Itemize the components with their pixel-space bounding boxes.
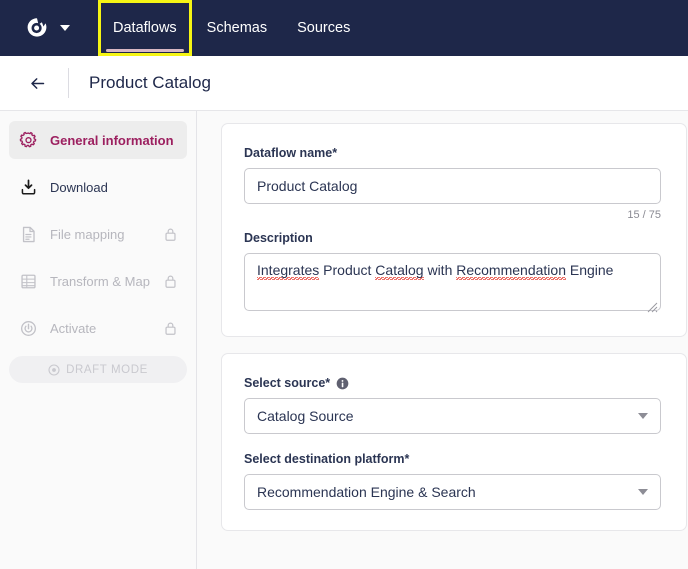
- select-source-dropdown[interactable]: Catalog Source: [244, 398, 661, 434]
- document-icon: [22, 226, 35, 242]
- select-destination-wrapper: Recommendation Engine & Search: [244, 474, 661, 510]
- description-wrapper: Integrates Product Catalog with Recommen…: [244, 253, 661, 316]
- select-destination-value: Recommendation Engine & Search: [257, 484, 476, 500]
- top-navigation-bar: Dataflows Schemas Sources: [0, 0, 688, 56]
- gear-icon: [19, 131, 37, 147]
- sidebar-item-transform-and-map[interactable]: Transform & Map: [9, 262, 187, 300]
- arrow-left-icon: [30, 77, 44, 89]
- main-content: Dataflow name* 15 / 75 Description Integ…: [197, 111, 688, 569]
- sidebar-item-label: Transform & Map: [50, 273, 150, 289]
- tab-schemas[interactable]: Schemas: [192, 0, 282, 56]
- source-destination-card: Select source* Catalog Source Select des…: [221, 353, 687, 531]
- lock-icon: [165, 228, 176, 241]
- info-icon[interactable]: [336, 377, 349, 390]
- select-source-wrapper: Catalog Source: [244, 398, 661, 434]
- tab-sources-label: Sources: [297, 20, 351, 36]
- sidebar-item-activate[interactable]: Activate: [9, 309, 187, 347]
- dataflow-name-counter: 15 / 75: [627, 209, 661, 221]
- select-source-label-text: Select source*: [244, 376, 331, 390]
- tab-sources[interactable]: Sources: [282, 0, 365, 56]
- sidebar-item-label: Download: [50, 179, 108, 195]
- header-divider: [68, 68, 69, 98]
- draft-mode-label: DRAFT MODE: [66, 363, 148, 376]
- brand-menu[interactable]: [24, 15, 70, 41]
- select-source-value: Catalog Source: [257, 408, 354, 424]
- page-title: Product Catalog: [89, 73, 211, 92]
- dataflow-name-input[interactable]: [244, 168, 661, 204]
- select-destination-dropdown[interactable]: Recommendation Engine & Search: [244, 474, 661, 510]
- sidebar-item-label: General information: [50, 132, 174, 148]
- sidebar-item-general-information[interactable]: General information: [9, 121, 187, 159]
- page-header: Product Catalog: [0, 56, 688, 111]
- sidebar-item-label: Activate: [50, 320, 97, 336]
- dataflow-name-label: Dataflow name*: [244, 146, 338, 160]
- draft-mode-badge: DRAFT MODE: [9, 356, 187, 383]
- tab-schemas-label: Schemas: [206, 20, 268, 36]
- select-source-label: Select source*: [244, 376, 661, 390]
- sidebar-item-label: File mapping: [50, 226, 125, 242]
- description-label: Description: [244, 231, 313, 245]
- select-destination-label: Select destination platform*: [244, 452, 410, 466]
- chevron-down-icon: [60, 25, 70, 31]
- lock-icon: [165, 322, 176, 335]
- table-icon: [21, 274, 36, 288]
- tab-dataflows-label: Dataflows: [113, 20, 177, 36]
- sidebar-item-download[interactable]: Download: [9, 168, 187, 206]
- lock-icon: [165, 275, 176, 288]
- power-icon: [20, 320, 37, 336]
- general-info-card: Dataflow name* 15 / 75 Description Integ…: [221, 123, 687, 337]
- sidebar: General information Download File mappin…: [0, 111, 197, 569]
- tab-dataflows[interactable]: Dataflows: [98, 0, 192, 56]
- sidebar-item-file-mapping[interactable]: File mapping: [9, 215, 187, 253]
- dot-circle-icon: [48, 363, 60, 376]
- owl-eye-logo-icon: [27, 18, 47, 37]
- page-body: General information Download File mappin…: [0, 111, 688, 569]
- download-icon: [21, 179, 36, 195]
- description-textarea[interactable]: [244, 253, 661, 311]
- back-button[interactable]: [24, 70, 50, 96]
- nav-tabs: Dataflows Schemas Sources: [98, 0, 365, 56]
